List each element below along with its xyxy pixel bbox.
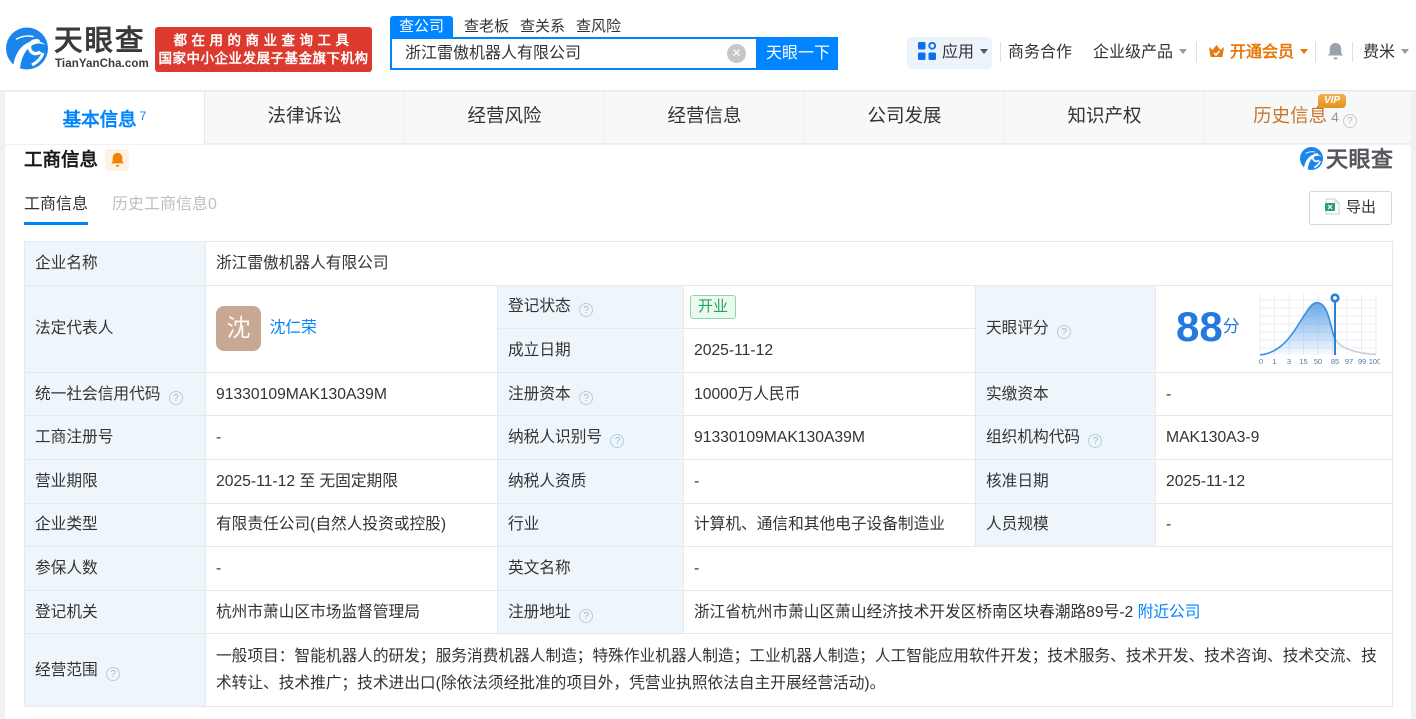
svg-text:15: 15	[1299, 357, 1307, 366]
svg-text:50: 50	[1314, 357, 1322, 366]
svg-text:99: 99	[1358, 357, 1366, 366]
svg-text:97: 97	[1345, 357, 1353, 366]
svg-text:0: 0	[1259, 357, 1263, 366]
svg-text:1: 1	[1272, 357, 1276, 366]
svg-text:3: 3	[1287, 357, 1291, 366]
svg-text:85: 85	[1331, 357, 1339, 366]
svg-text:100: 100	[1368, 357, 1379, 366]
